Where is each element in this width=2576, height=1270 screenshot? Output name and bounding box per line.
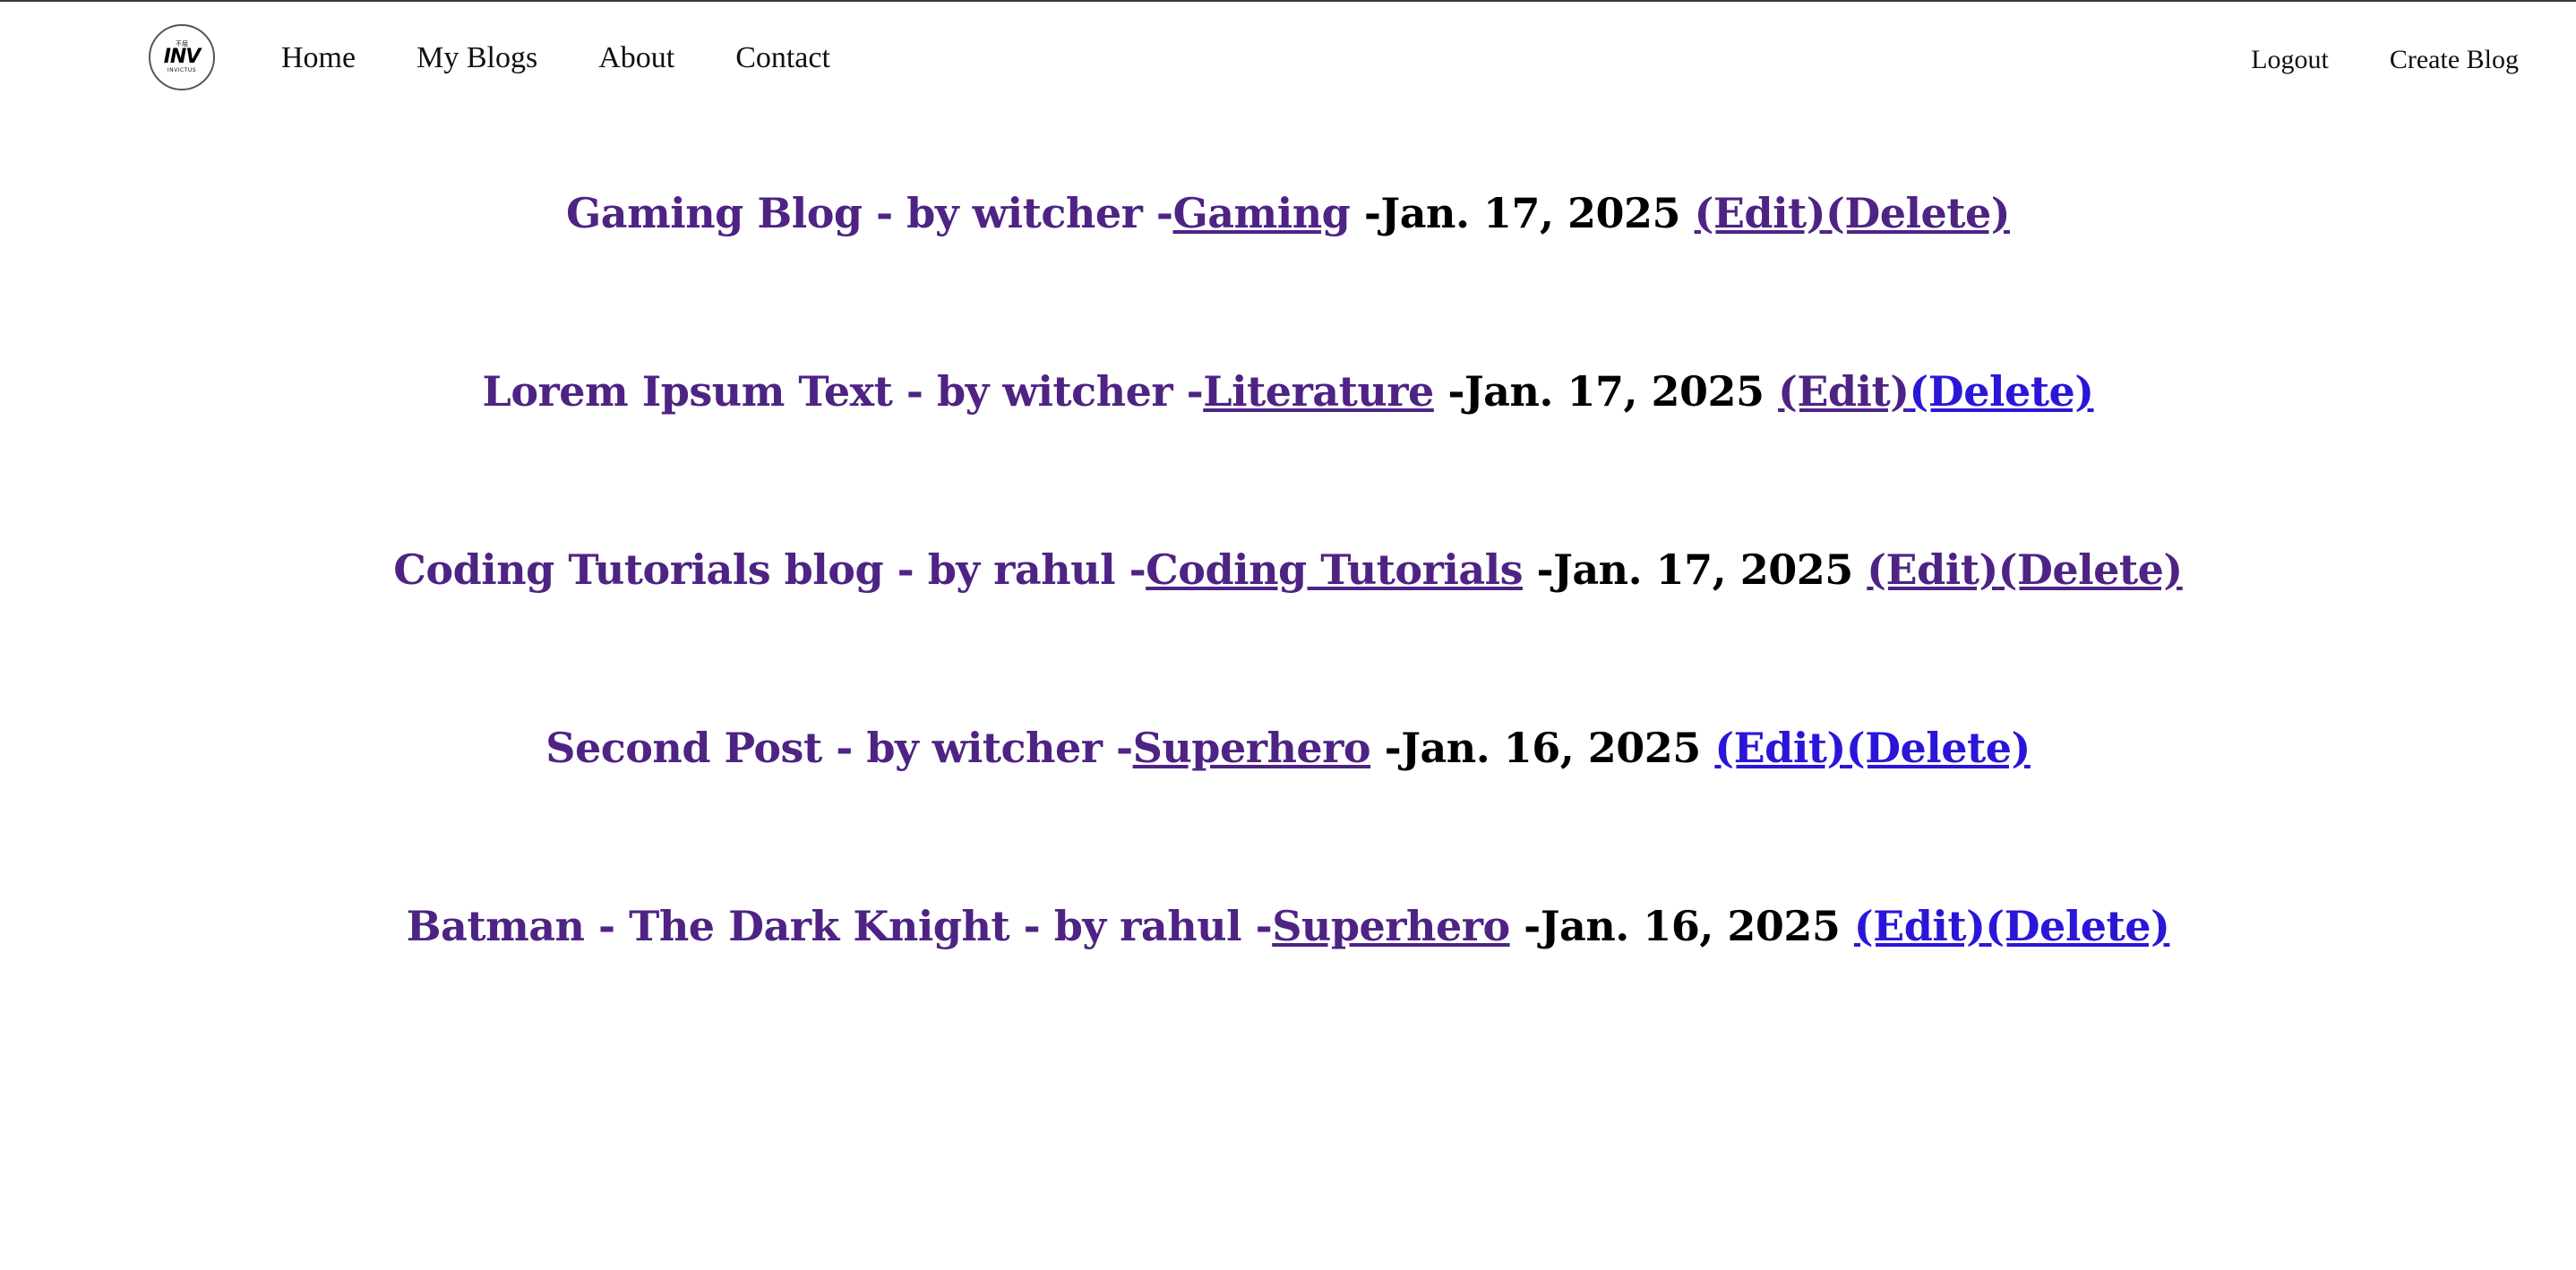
site-logo[interactable]: 不屈 INV INVICTUS [149,24,215,90]
post-date: -Jan. 17, 2025 [1350,189,1695,237]
post-date: -Jan. 16, 2025 [1509,902,1854,950]
post-edit-link[interactable]: (Edit) [1778,367,1910,416]
post-delete-link[interactable]: (Delete) [1846,724,2031,772]
post-title: Lorem Ipsum Text - by witcher - [482,367,1204,416]
nav-contact-link[interactable]: Contact [735,41,830,75]
post-delete-link[interactable]: (Delete) [1985,902,2169,950]
create-blog-link[interactable]: Create Blog [2390,45,2519,75]
post-delete-link[interactable]: (Delete) [1910,367,2094,416]
post-delete-link[interactable]: (Delete) [1998,545,2183,594]
nav-about-link[interactable]: About [598,41,674,75]
post-title: Second Post - by witcher - [545,724,1133,772]
post-category-link[interactable]: Superhero [1272,902,1510,950]
blog-post-list: Gaming Blog - by witcher -Gaming -Jan. 1… [0,177,2576,1068]
blog-post-row: Batman - The Dark Knight - by rahul -Sup… [0,890,2576,962]
blog-post-row: Coding Tutorials blog - by rahul -Coding… [0,534,2576,605]
blog-post-row: Lorem Ipsum Text - by witcher -Literatur… [0,356,2576,427]
logout-link[interactable]: Logout [2251,45,2329,75]
post-date: -Jan. 17, 2025 [1523,545,1868,594]
post-category-link[interactable]: Coding Tutorials [1146,545,1523,594]
account-nav: Logout Create Blog [2190,45,2519,75]
post-delete-link[interactable]: (Delete) [1825,189,2010,237]
logo-sub-text: INVICTUS [167,67,197,73]
post-edit-link[interactable]: (Edit) [1714,724,1846,772]
post-category-link[interactable]: Literature [1203,367,1434,416]
post-edit-link[interactable]: (Edit) [1695,189,1826,237]
post-title: Batman - The Dark Knight - by rahul - [406,902,1273,950]
post-edit-link[interactable]: (Edit) [1854,902,1986,950]
post-edit-link[interactable]: (Edit) [1867,545,1998,594]
post-date: -Jan. 16, 2025 [1370,724,1715,772]
post-date: -Jan. 17, 2025 [1433,367,1779,416]
logo-main-text: INV [163,46,202,68]
blog-post-row: Gaming Blog - by witcher -Gaming -Jan. 1… [0,177,2576,249]
post-title: Coding Tutorials blog - by rahul - [393,545,1146,594]
post-category-link[interactable]: Superhero [1133,724,1371,772]
main-nav: Home My Blogs About Contact [281,41,891,75]
post-category-link[interactable]: Gaming [1172,189,1350,237]
blog-post-row: Second Post - by witcher -Superhero -Jan… [0,712,2576,784]
nav-home-link[interactable]: Home [281,41,356,75]
nav-my-blogs-link[interactable]: My Blogs [416,41,537,75]
navbar: 不屈 INV INVICTUS Home My Blogs About Cont… [0,2,2576,120]
post-title: Gaming Blog - by witcher - [565,189,1173,237]
